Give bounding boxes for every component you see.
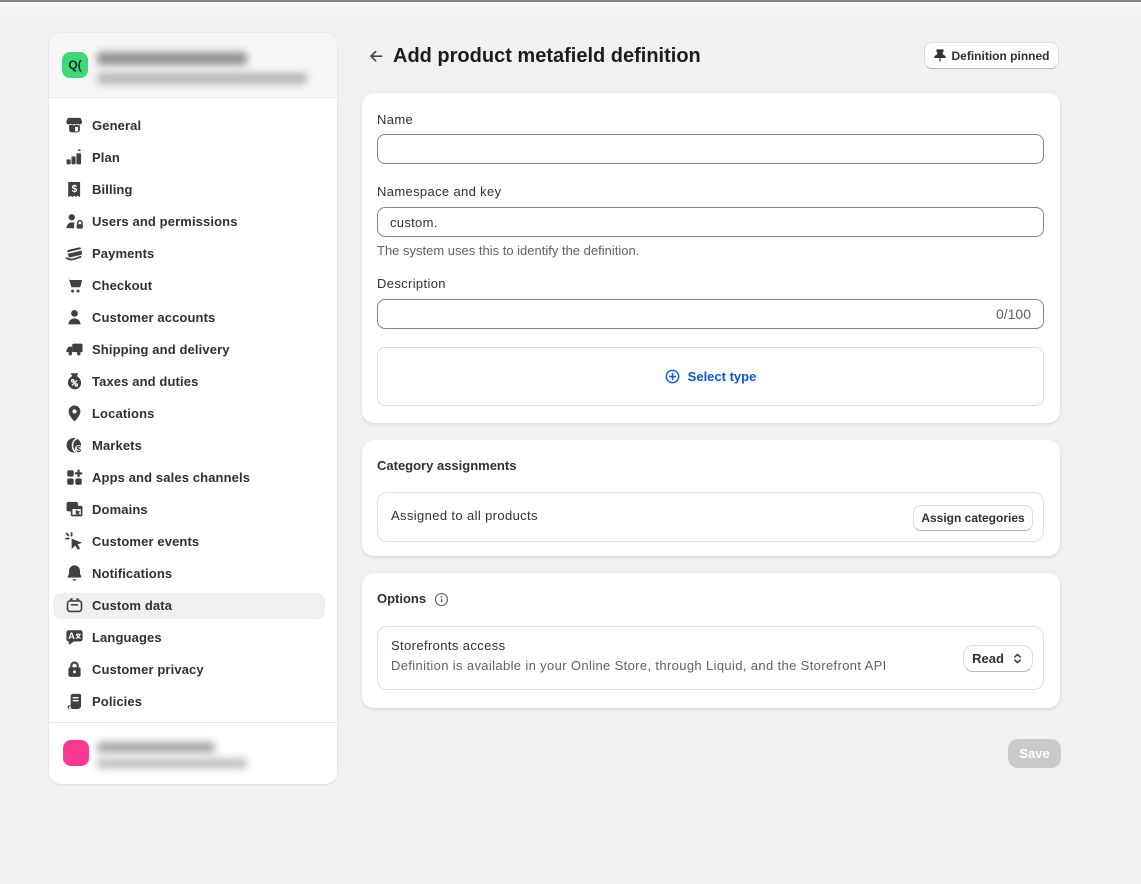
svg-text:$: $	[76, 445, 81, 454]
svg-text:A: A	[68, 631, 75, 641]
svg-text:$: $	[72, 184, 78, 195]
